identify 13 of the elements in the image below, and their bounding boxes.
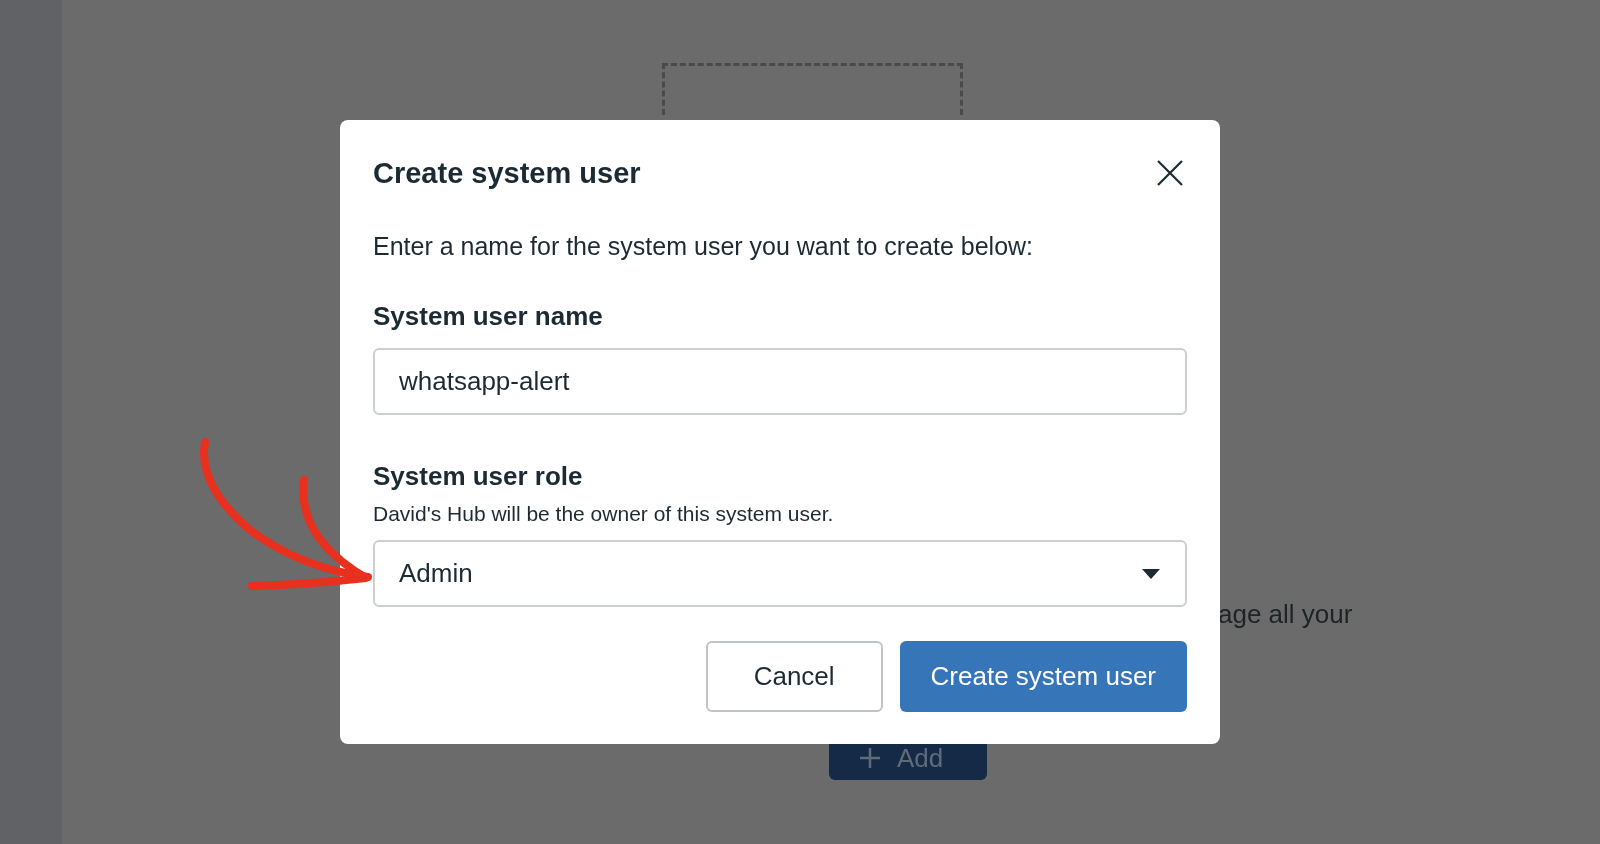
cancel-button[interactable]: Cancel	[705, 641, 883, 712]
role-select[interactable]: Admin	[373, 540, 1187, 607]
caret-icon	[1141, 567, 1161, 580]
field-helper: David's Hub will be the owner of this system user.	[373, 502, 835, 526]
background-text: age all your	[1218, 599, 1353, 630]
dialog-title: Create system user	[373, 156, 641, 190]
close-icon	[1157, 160, 1183, 186]
name-input[interactable]: whatsapp-alert	[373, 348, 1187, 415]
field-label: System user role	[373, 461, 584, 492]
create-button[interactable]: Create system user	[899, 641, 1187, 712]
dialog-description: Enter a name for the system user you want to create below:	[373, 232, 1035, 261]
plus-icon	[859, 747, 881, 769]
field-label: System user name	[373, 301, 604, 332]
